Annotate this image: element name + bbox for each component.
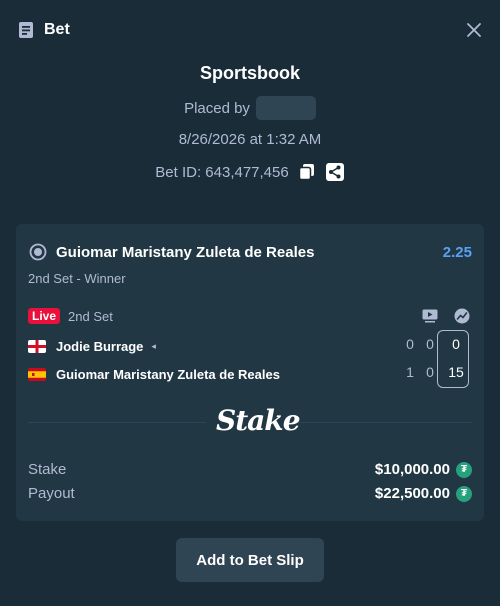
team-name: Jodie Burrage: [56, 338, 144, 354]
selection-row: Guiomar Maristany Zuleta de Reales 2.25: [28, 242, 472, 262]
sets-score: 1: [406, 364, 414, 380]
stake-row: Stake $10,000.00 ₮: [28, 461, 472, 478]
copy-icon[interactable]: [297, 162, 317, 182]
selection-odds: 2.25: [442, 243, 472, 261]
spain-flag-icon: [28, 367, 46, 381]
sets-score: 0: [406, 336, 414, 352]
modal-title: Bet: [44, 21, 70, 38]
serving-indicator: ◂: [151, 340, 156, 351]
match-status: 2nd Set: [68, 308, 113, 324]
bet-id-row: Bet ID: 643,477,456: [0, 162, 500, 182]
selection-name: Guiomar Maristany Zuleta de Reales: [56, 243, 315, 261]
payout-label: Payout: [28, 485, 75, 502]
sportsbook-title: Sportsbook: [199, 63, 300, 83]
points-box: [437, 330, 469, 388]
bet-card: Guiomar Maristany Zuleta de Reales 2.25 …: [16, 224, 484, 521]
england-flag-icon: [28, 339, 46, 353]
modal-header: Bet: [0, 0, 500, 60]
tether-icon: ₮: [456, 461, 472, 478]
tether-icon: ₮: [456, 485, 472, 502]
bet-date: 8/26/2026 at 1:32 AM: [178, 131, 322, 148]
tennis-ball-icon: [28, 242, 48, 262]
team-row-away: Guiomar Maristany Zuleta de Reales 1 0 1…: [28, 364, 472, 384]
team-name: Guiomar Maristany Zuleta de Reales: [56, 366, 280, 382]
live-badge: Live: [28, 308, 61, 324]
redacted-username: [255, 96, 316, 120]
share-icon[interactable]: [325, 162, 345, 182]
bet-id: Bet ID: 643,477,456: [155, 163, 289, 181]
placed-by: Placed by: [0, 96, 500, 120]
payout-row: Payout $22,500.00 ₮: [28, 485, 472, 502]
divider: [28, 422, 206, 423]
receipt-icon: [16, 20, 36, 40]
stake-value: $10,000.00: [374, 461, 450, 478]
payout-value: $22,500.00: [374, 485, 450, 502]
stake-logo: Stake: [216, 404, 301, 437]
add-to-bet-slip-button[interactable]: Add to Bet Slip: [176, 538, 324, 582]
divider: [298, 422, 472, 423]
market-name: 2nd Set - Winner: [28, 271, 126, 286]
placed-by-label: Placed by: [184, 99, 250, 117]
stats-icon[interactable]: [452, 306, 472, 326]
live-row: Live 2nd Set: [28, 306, 472, 326]
live-stream-icon[interactable]: [420, 306, 440, 326]
stake-label: Stake: [28, 461, 67, 478]
close-icon[interactable]: [464, 20, 484, 40]
team-row-home: Jodie Burrage ◂ 0 0 0: [28, 336, 472, 356]
